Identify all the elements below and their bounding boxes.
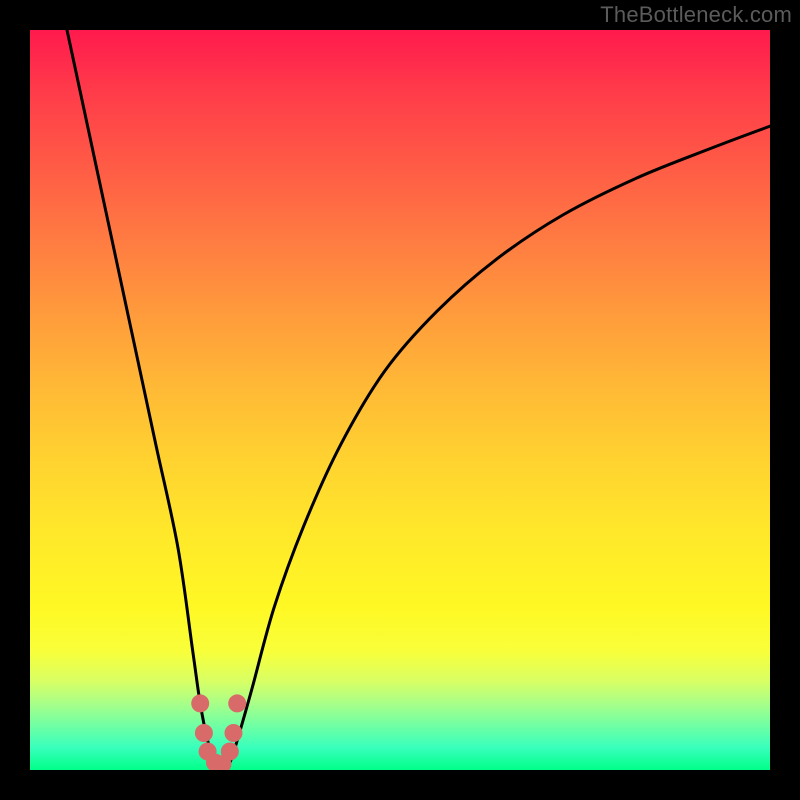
curve-marker <box>195 724 213 742</box>
curve-marker <box>221 743 239 761</box>
curve-marker <box>228 694 246 712</box>
curve-marker <box>225 724 243 742</box>
curve-marker <box>191 694 209 712</box>
chart-frame: TheBottleneck.com <box>0 0 800 800</box>
curve-layer <box>30 30 770 770</box>
bottleneck-curve <box>67 30 770 766</box>
watermark-text: TheBottleneck.com <box>600 2 792 28</box>
plot-area <box>30 30 770 770</box>
